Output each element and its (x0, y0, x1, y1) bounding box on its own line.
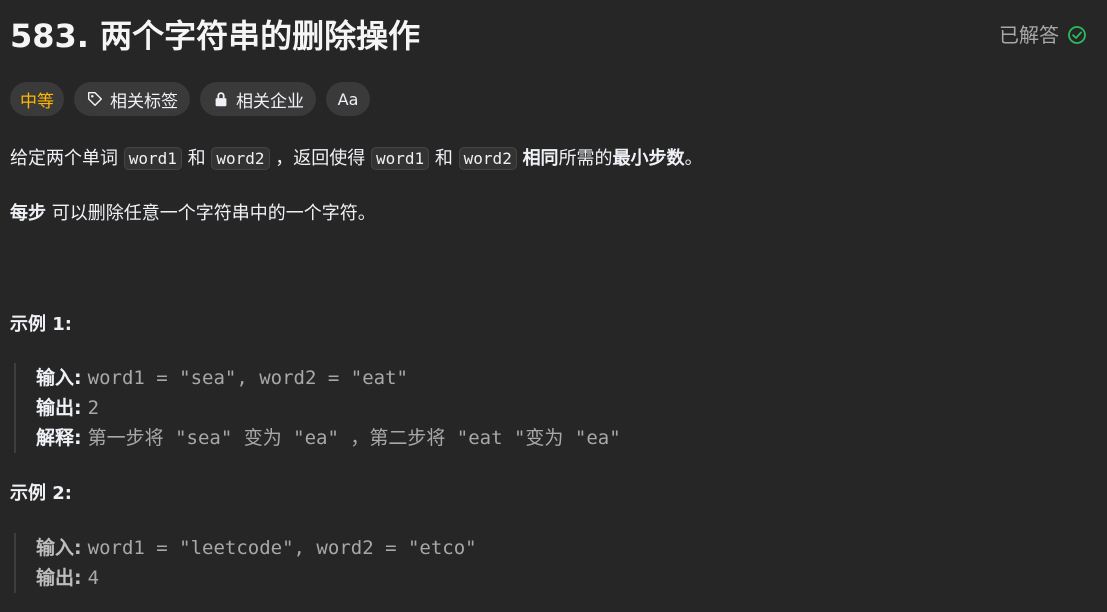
inline-code: word1 (123, 147, 182, 170)
check-circle-icon (1068, 26, 1086, 44)
inline-code: word2 (211, 147, 270, 170)
example-1-block: 输入: word1 = "sea", word2 = "eat" 输出: 2 解… (14, 363, 621, 453)
problem-title[interactable]: 583. 两个字符串的删除操作 (10, 14, 420, 58)
example-2-title: 示例 2: (10, 483, 72, 504)
example-explanation: 解释: 第一步将 "sea" 变为 "ea" ，第二步将 "eat "变为 "e… (36, 427, 621, 449)
example-input: 输入: word1 = "leetcode", word2 = "etco" (36, 537, 477, 559)
difficulty-label: 中等 (20, 91, 54, 112)
related-companies-button[interactable]: 相关企业 (200, 82, 316, 116)
description-paragraph-2: 每步 可以删除任意一个字符串中的一个字符。 (10, 203, 376, 224)
example-1-title: 示例 1: (10, 314, 72, 335)
difficulty-badge: 中等 (10, 82, 64, 116)
translate-icon: Aa (337, 89, 359, 109)
tag-icon (87, 91, 103, 107)
related-companies-label: 相关企业 (236, 91, 304, 112)
emphasis: 每步 (10, 203, 46, 224)
example-input: 输入: word1 = "sea", word2 = "eat" (36, 367, 408, 389)
description-paragraph-1: 给定两个单词 word1 和 word2 ，返回使得 word1 和 word2… (10, 147, 703, 170)
inline-code: word2 (458, 147, 517, 170)
solved-status: 已解答 (999, 22, 1087, 48)
example-output: 输出: 2 (36, 397, 100, 419)
example-output: 输出: 4 (36, 567, 100, 589)
emphasis: 相同 (522, 148, 559, 169)
inline-code: word1 (371, 147, 430, 170)
title-row: 583. 两个字符串的删除操作 已解答 (10, 14, 1087, 58)
translate-button[interactable]: Aa (326, 82, 370, 116)
tag-bar: 中等 相关标签 相关企业 Aa (10, 82, 370, 116)
related-tags-label: 相关标签 (110, 91, 178, 112)
related-tags-button[interactable]: 相关标签 (74, 82, 190, 116)
example-2-block: 输入: word1 = "leetcode", word2 = "etco" 输… (14, 533, 477, 593)
lock-icon (215, 92, 227, 107)
solved-label: 已解答 (999, 23, 1059, 47)
emphasis: 最小步数 (612, 148, 685, 169)
